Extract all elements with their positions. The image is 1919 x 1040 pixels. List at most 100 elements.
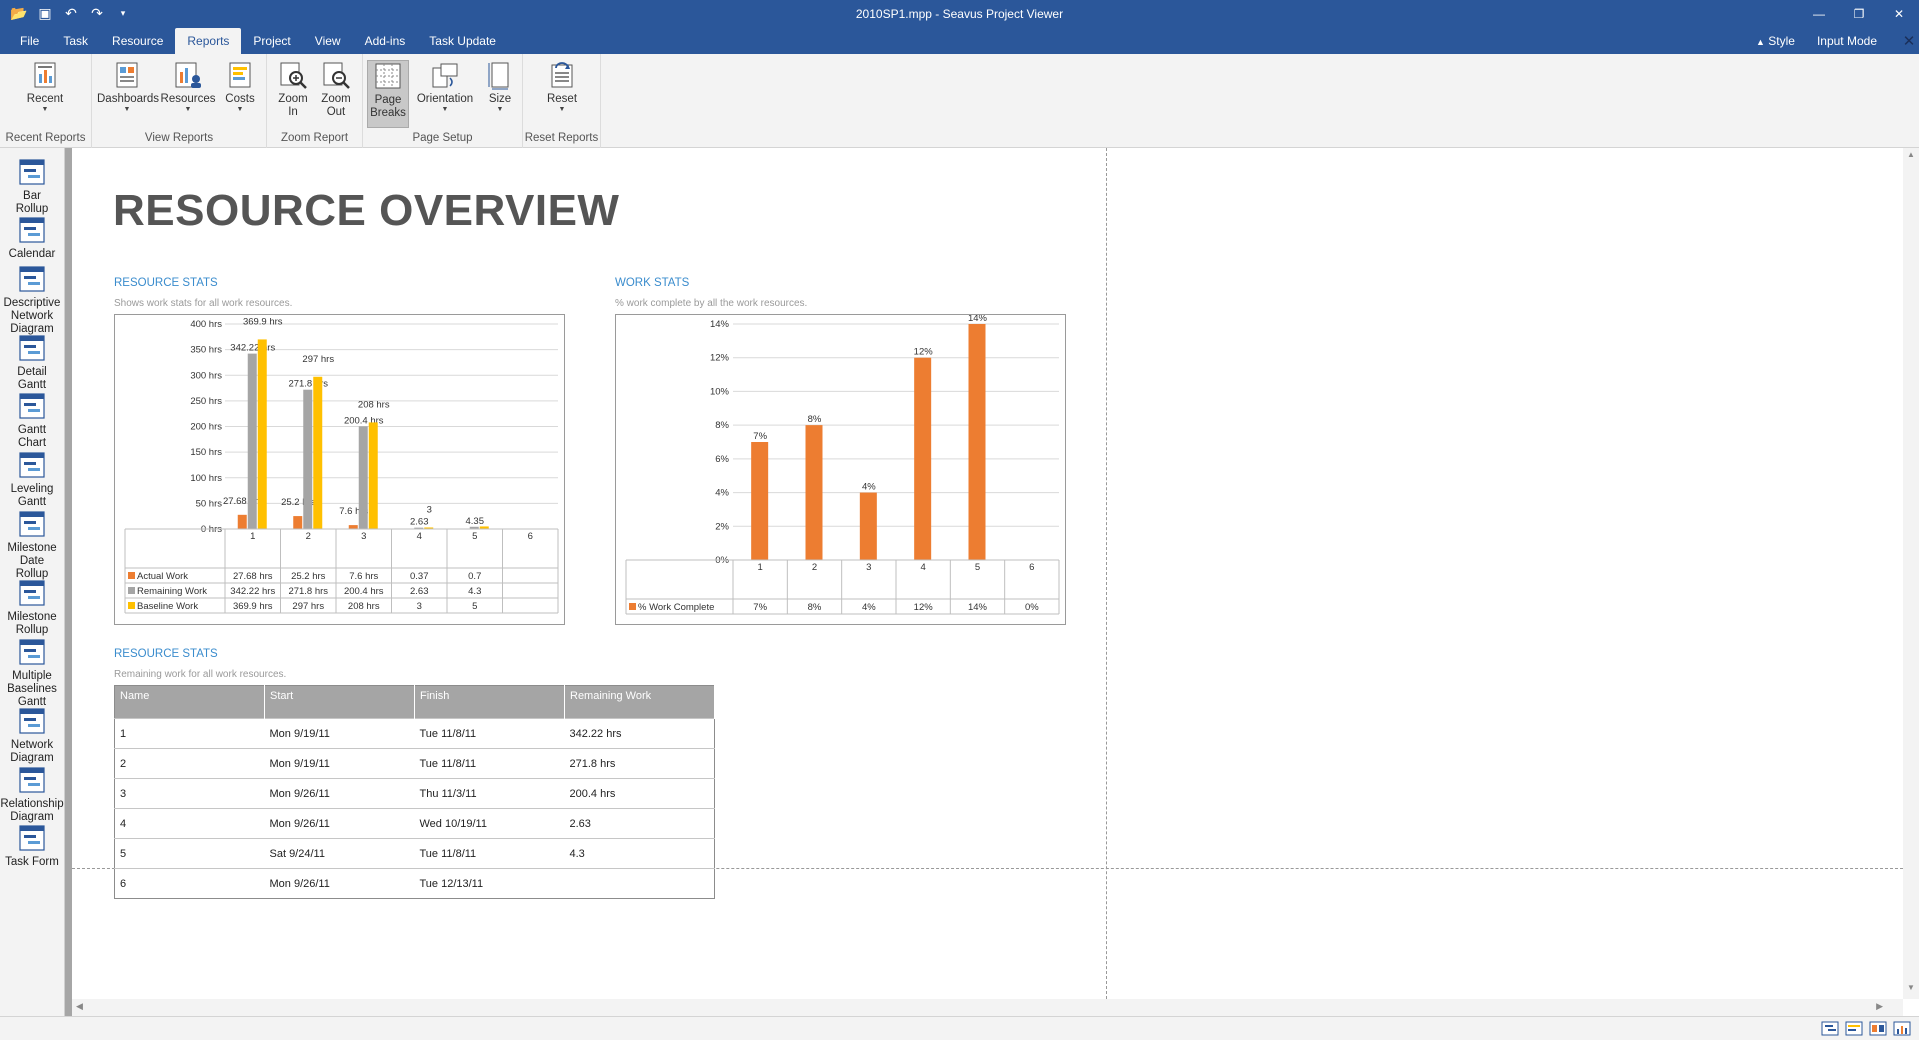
task-usage-shortcut-icon[interactable] [1845,1021,1863,1036]
bar-remaining-work[interactable] [247,353,257,529]
costs-button[interactable]: Costs ▼ [219,60,261,128]
tab-task-update[interactable]: Task Update [417,28,508,54]
view-bar-splitter[interactable] [65,148,72,1016]
tab-task[interactable]: Task [51,28,100,54]
table-row[interactable]: 2 Mon 9/19/11 Tue 11/8/11 271.8 hrs [114,748,715,779]
view-label-line: Gantt [17,379,47,391]
gantt-view-shortcut-icon[interactable] [1821,1021,1839,1036]
tab-view[interactable]: View [303,28,353,54]
table-cell: Mon 9/19/11 [264,718,415,749]
bar-actual-work[interactable] [348,525,358,529]
view-bar-rollup[interactable]: Bar Rollup [0,158,64,216]
bar--work-complete[interactable] [805,425,823,560]
page-breaks-icon [373,61,403,91]
work-stats-chart[interactable]: 0% 2% 4% 6% 8% 10% 12% 14% 7% 8% 4% 12% 14% 1 2 3 4 5 6 % W… [615,314,1066,625]
view-relationship-diagram[interactable]: Relationship Diagram [0,766,64,824]
bar-baseline-work[interactable] [368,422,378,529]
data-table-cell: 3 [417,601,422,612]
scroll-down-icon[interactable]: ▼ [1903,983,1919,997]
x-category-label: 6 [1029,562,1034,573]
costs-report-icon [225,60,255,90]
reset-button[interactable]: Reset ▼ [539,60,585,128]
bar--work-complete[interactable] [914,357,932,560]
orientation-icon [430,60,460,90]
view-calendar[interactable]: Calendar [0,216,64,261]
close-window-icon[interactable]: ✕ [1879,0,1919,28]
table-cell: 4 [114,808,265,839]
data-table-cell: 369.9 hrs [233,601,273,612]
data-table-cell: 271.8 hrs [288,586,328,597]
report-view-shortcut-icon[interactable] [1893,1021,1911,1036]
orientation-label: Orientation [416,93,474,105]
tab-add-ins[interactable]: Add-ins [353,28,418,54]
bar-actual-work[interactable] [237,514,247,529]
page-break-vertical [1106,148,1107,999]
detail-gantt-icon [18,334,46,362]
view-detail-gantt[interactable]: Detail Gantt [0,334,64,392]
view-milestone-rollup[interactable]: Milestone Rollup [0,579,64,637]
table-cell: 5 [114,838,265,869]
zoom-out-button[interactable]: Zoom Out [315,60,357,128]
resource-stats-table[interactable]: Name Start Finish Remaining Work 1 Mon 9/19/… [114,685,715,899]
dashboards-button[interactable]: Dashboards ▼ [97,60,159,128]
leveling-gantt-icon [18,451,46,479]
view-task-form[interactable]: Task Form [0,824,64,869]
view-descriptive-network-diagram[interactable]: Descriptive Network Diagram [0,265,64,336]
restore-icon[interactable]: ❐ [1839,0,1879,28]
table-row[interactable]: 1 Mon 9/19/11 Tue 11/8/11 342.22 hrs [114,718,715,749]
bar-baseline-work[interactable] [313,376,323,529]
minimize-icon[interactable]: — [1799,0,1839,28]
recent-button[interactable]: Recent ▼ [20,60,70,128]
page-breaks-button[interactable]: Page Breaks [367,60,409,128]
menu-bar: File Task Resource Reports Project View Add-in… [0,28,1919,54]
table-row[interactable]: 5 Sat 9/24/11 Tue 11/8/11 4.3 [114,838,715,869]
bar--work-complete[interactable] [968,324,986,560]
style-toggle[interactable]: ▲ Style [1756,34,1795,48]
view-milestone-date-rollup[interactable]: Milestone Date Rollup [0,510,64,581]
x-category-label: 6 [528,531,533,542]
scroll-left-icon[interactable]: ◀ [76,1001,83,1012]
bar-remaining-work[interactable] [303,389,313,529]
tab-file[interactable]: File [8,28,51,54]
tab-resource[interactable]: Resource [100,28,175,54]
input-mode-button[interactable]: Input Mode [1817,34,1877,48]
bar-baseline-work[interactable] [257,339,267,529]
resources-button[interactable]: Resources ▼ [159,60,217,128]
tab-reports[interactable]: Reports [175,28,242,54]
view-leveling-gantt[interactable]: Leveling Gantt [0,451,64,509]
bar-actual-work[interactable] [293,516,303,529]
reset-reports-group-label: Reset Reports [524,132,599,144]
data-label: 4.35 [466,516,485,527]
bar--work-complete[interactable] [751,442,769,560]
table-cell: 4.3 [564,838,715,869]
scroll-up-icon[interactable]: ▲ [1903,150,1919,164]
scroll-right-icon[interactable]: ▶ [1876,1001,1883,1012]
bar-remaining-work[interactable] [358,426,368,529]
tab-project[interactable]: Project [241,28,302,54]
view-network-diagram[interactable]: Network Diagram [0,707,64,765]
team-planner-shortcut-icon[interactable] [1869,1021,1887,1036]
group-reset-reports: Reset ▼ Reset Reports [523,54,601,148]
table-cell: 2.63 [564,808,715,839]
close-document-icon[interactable]: ✕ [1899,32,1919,50]
zoom-in-button[interactable]: Zoom In [273,60,313,128]
table-row[interactable]: 3 Mon 9/26/11 Thu 11/3/11 200.4 hrs [114,778,715,809]
table-row[interactable]: 6 Mon 9/26/11 Tue 12/13/11 [114,868,715,899]
table-row[interactable]: 4 Mon 9/26/11 Wed 10/19/11 2.63 [114,808,715,839]
bar--work-complete[interactable] [859,492,877,560]
zoom-out-label-2: Out [326,106,346,118]
view-multiple-baselines-gantt[interactable]: Multiple Baselines Gantt [0,638,64,709]
data-table-cell: 208 hrs [348,601,380,612]
view-label-line: Bar [23,190,41,202]
vertical-scrollbar[interactable]: ▲ ▼ [1903,148,1919,999]
horizontal-scrollbar[interactable]: ◀ ▶ [72,999,1903,1016]
view-gantt-chart[interactable]: Gantt Chart [0,392,64,450]
resource-stats-chart-title: RESOURCE STATS [114,277,218,289]
orientation-button[interactable]: Orientation ▼ [411,60,479,128]
size-button[interactable]: Size ▼ [481,60,519,128]
resource-stats-chart[interactable]: 0 hrs 50 hrs 100 hrs 150 hrs 200 hrs 250 hrs 3… [114,314,565,625]
data-table-cell: 342.22 hrs [230,586,275,597]
table-cell: 6 [114,868,265,899]
data-label: 2.63 [410,517,429,528]
data-table-cell: 27.68 hrs [233,571,273,582]
